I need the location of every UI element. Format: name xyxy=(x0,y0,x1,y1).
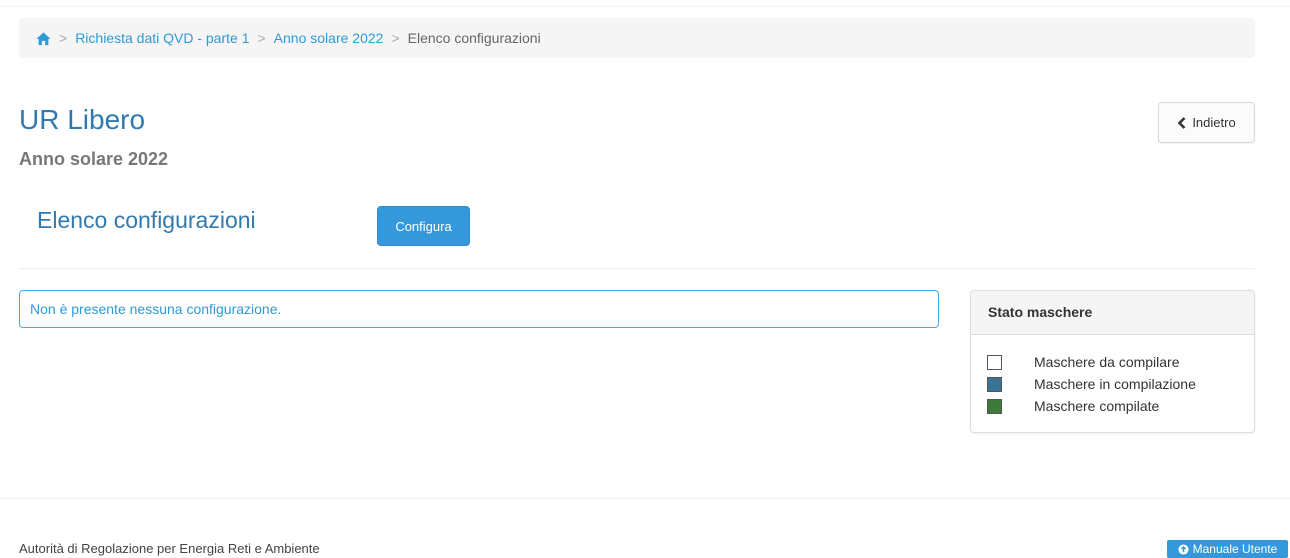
footer-organization: Autorità di Regolazione per Energia Reti… xyxy=(19,541,320,556)
section-title: Elenco configurazioni xyxy=(37,207,256,233)
page-title: UR Libero xyxy=(19,104,146,135)
breadcrumb: > Richiesta dati QVD - parte 1 > Anno so… xyxy=(19,18,1255,58)
legend-label: Maschere in compilazione xyxy=(1034,376,1196,392)
breadcrumb-separator: > xyxy=(257,30,266,46)
empty-state-text: Non è presente nessuna configurazione. xyxy=(30,301,282,317)
footer-divider xyxy=(0,498,1290,499)
legend-item: Maschere in compilazione xyxy=(987,373,1238,395)
legend-heading: Stato maschere xyxy=(971,291,1254,335)
legend-list: Maschere da compilare Maschere in compil… xyxy=(971,335,1254,417)
legend-swatch-da-compilare xyxy=(987,354,1002,370)
breadcrumb-link-richiesta-dati[interactable]: Richiesta dati QVD - parte 1 xyxy=(75,30,249,46)
breadcrumb-separator: > xyxy=(59,30,68,46)
back-button-label: Indietro xyxy=(1192,115,1236,130)
home-icon[interactable] xyxy=(36,31,51,46)
section-divider xyxy=(19,268,1255,269)
user-manual-label: Manuale Utente xyxy=(1192,542,1278,556)
top-divider xyxy=(0,6,1290,7)
breadcrumb-separator: > xyxy=(391,30,400,46)
back-button[interactable]: Indietro xyxy=(1158,102,1255,143)
legend-panel: Stato maschere Maschere da compilare Mas… xyxy=(970,290,1255,433)
configure-button[interactable]: Configura xyxy=(377,206,470,246)
legend-item: Maschere da compilare xyxy=(987,351,1238,373)
breadcrumb-current: Elenco configurazioni xyxy=(407,30,541,46)
legend-swatch-in-compilazione xyxy=(987,376,1002,392)
empty-state-alert: Non è presente nessuna configurazione. xyxy=(19,290,939,328)
legend-label: Maschere compilate xyxy=(1034,398,1160,414)
chevron-left-icon xyxy=(1177,116,1187,129)
arrow-circle-icon xyxy=(1178,543,1189,555)
page-subtitle: Anno solare 2022 xyxy=(19,149,169,169)
legend-label: Maschere da compilare xyxy=(1034,354,1180,370)
legend-item: Maschere compilate xyxy=(987,395,1238,417)
user-manual-button[interactable]: Manuale Utente xyxy=(1167,540,1288,558)
breadcrumb-link-anno-solare[interactable]: Anno solare 2022 xyxy=(274,30,384,46)
legend-swatch-compilate xyxy=(987,398,1002,414)
